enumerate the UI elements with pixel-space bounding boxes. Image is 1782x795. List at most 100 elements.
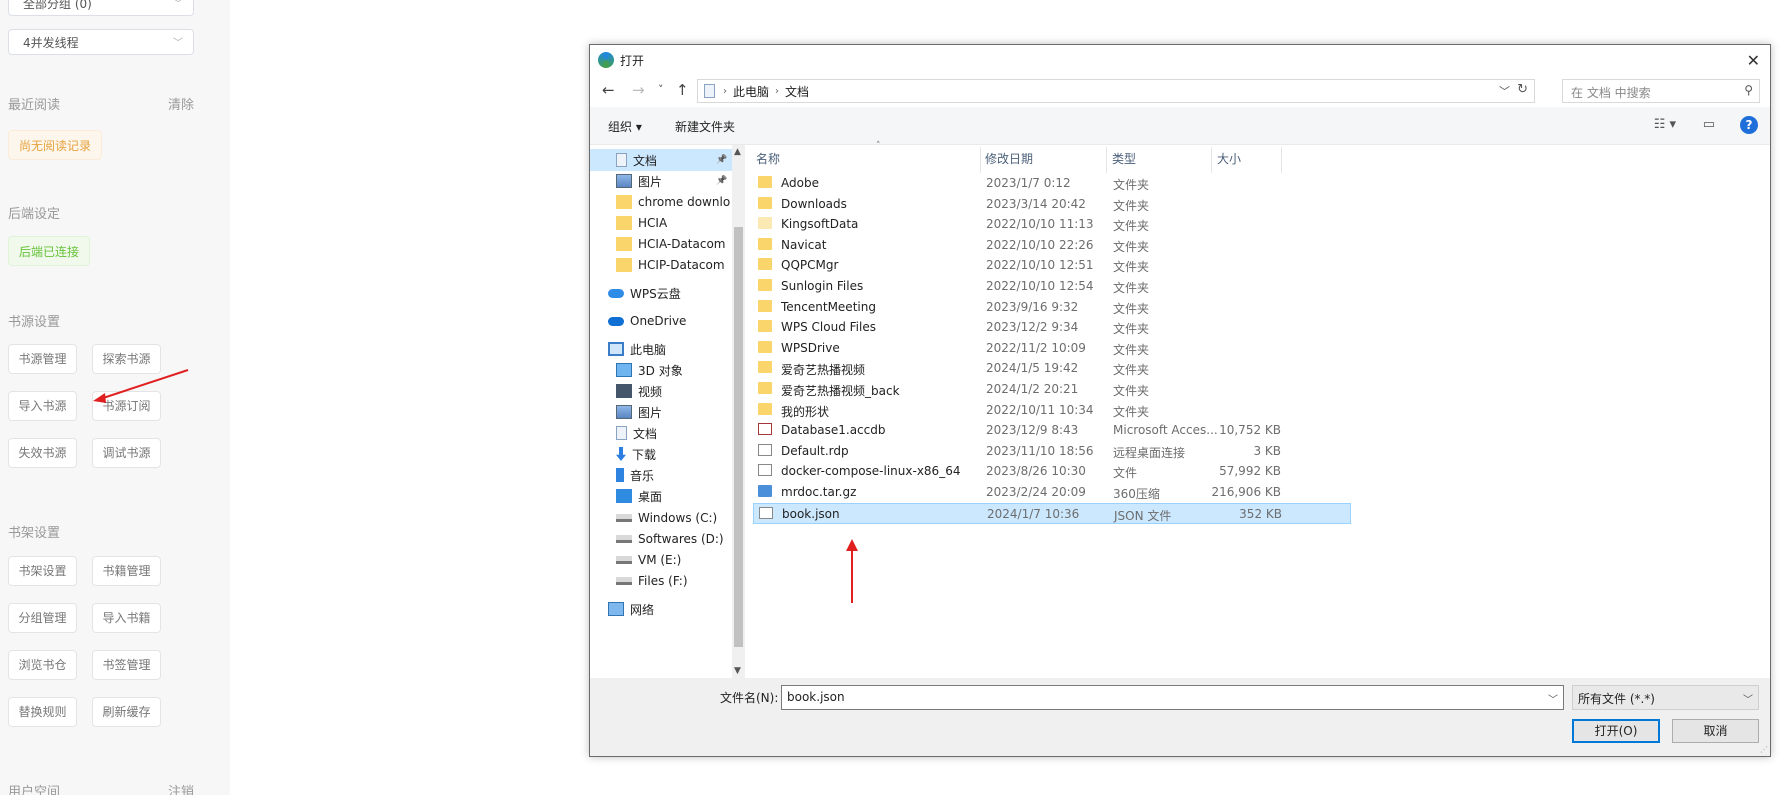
file-row[interactable]: mrdoc.tar.gz 2023/2/24 20:09 360压缩 216,906 …	[753, 482, 1351, 503]
column-divider[interactable]	[1211, 147, 1212, 173]
clear-recent-button[interactable]: 清除	[168, 94, 194, 113]
logout-button[interactable]: 注销	[168, 781, 194, 795]
file-name: Downloads	[781, 196, 847, 211]
up-arrow-icon[interactable]: ↑	[676, 81, 689, 99]
bookmark-manage-button[interactable]: 书签管理	[92, 650, 161, 680]
column-header-date[interactable]: 修改日期	[985, 150, 1033, 167]
nav-item[interactable]: Windows (C:)	[590, 507, 732, 529]
nav-item[interactable]: 文档	[590, 422, 732, 444]
filetype-select[interactable]: 所有文件 (*.*) ﹀	[1572, 685, 1759, 710]
file-row[interactable]: book.json 2024/1/7 10:36 JSON 文件 352 KB	[753, 502, 1351, 524]
file-row[interactable]: TencentMeeting 2023/9/16 9:32 文件夹	[753, 297, 1351, 318]
column-divider[interactable]	[1106, 147, 1107, 173]
open-file-dialog: 打开 ✕ ← → ˅ ↑ › 此电脑 › 文档 ﹀ ↻ 在 文档 中搜索 ⚲ 组…	[589, 44, 1771, 757]
back-arrow-icon[interactable]: ←	[602, 81, 615, 99]
import-source-button[interactable]: 导入书源	[8, 391, 77, 421]
file-row[interactable]: QQPCMgr 2022/10/10 12:51 文件夹	[753, 255, 1351, 276]
source-manage-button[interactable]: 书源管理	[8, 344, 77, 374]
file-row[interactable]: WPSDrive 2022/11/2 10:09 文件夹	[753, 338, 1351, 359]
search-input[interactable]: 在 文档 中搜索 ⚲	[1562, 79, 1760, 103]
file-row[interactable]: docker-compose-linux-x86_64 2023/8/26 10:…	[753, 461, 1351, 482]
nav-pane-scrollbar[interactable]: ▲ ▼	[732, 145, 745, 678]
nav-item[interactable]: 3D 对象	[590, 359, 732, 381]
help-icon[interactable]: ?	[1740, 116, 1758, 134]
group-select[interactable]: 全部分组 (0) ﹀	[8, 0, 194, 16]
group-manage-button[interactable]: 分组管理	[8, 603, 77, 633]
organize-menu[interactable]: 组织 ▾	[608, 118, 642, 135]
file-row[interactable]: Sunlogin Files 2022/10/10 12:54 文件夹	[753, 276, 1351, 297]
subscribe-source-button[interactable]: 书源订阅	[92, 391, 161, 421]
replace-rules-button[interactable]: 替换规则	[8, 697, 77, 727]
explore-source-button[interactable]: 探索书源	[92, 344, 161, 374]
refresh-cache-button[interactable]: 刷新缓存	[92, 697, 161, 727]
file-row[interactable]: 爱奇艺热播视频 2024/1/5 19:42 文件夹	[753, 358, 1351, 379]
close-icon[interactable]: ✕	[1747, 51, 1760, 70]
nav-item[interactable]: Files (F:)	[590, 570, 732, 592]
browse-repo-button[interactable]: 浏览书仓	[8, 650, 77, 680]
nav-item[interactable]: OneDrive	[590, 310, 732, 332]
forward-arrow-icon[interactable]: →	[632, 81, 645, 99]
column-divider[interactable]	[980, 147, 981, 173]
nav-item-label: 下载	[632, 447, 657, 462]
nav-item[interactable]: VM (E:)	[590, 549, 732, 571]
debug-source-button[interactable]: 调试书源	[92, 438, 161, 468]
breadcrumb-this-pc[interactable]: 此电脑	[733, 83, 769, 100]
file-row[interactable]: Adobe 2023/1/7 0:12 文件夹	[753, 173, 1351, 194]
file-date: 2023/9/16 9:32	[986, 299, 1079, 314]
file-row[interactable]: Default.rdp 2023/11/10 18:56 远程桌面连接 3 KB	[753, 441, 1351, 462]
nav-item[interactable]: HCIA	[590, 212, 732, 234]
column-header-name[interactable]: 名称	[756, 150, 780, 167]
new-folder-button[interactable]: 新建文件夹	[675, 118, 735, 135]
file-row[interactable]: WPS Cloud Files 2023/12/2 9:34 文件夹	[753, 317, 1351, 338]
folder-icon	[758, 320, 772, 333]
file-date: 2023/1/7 0:12	[986, 176, 1071, 190]
nav-item[interactable]: 图片	[590, 401, 732, 423]
nav-item[interactable]: chrome downlo	[590, 191, 732, 213]
open-button[interactable]: 打开(O)	[1572, 719, 1660, 743]
nav-item[interactable]: 图片 📌	[590, 170, 732, 192]
scroll-up-icon[interactable]: ▲	[734, 147, 741, 157]
preview-pane-icon[interactable]: ▭	[1703, 117, 1715, 132]
view-options-icon[interactable]: ☷ ▾	[1654, 117, 1676, 132]
book-manage-button[interactable]: 书籍管理	[92, 556, 161, 586]
scroll-down-icon[interactable]: ▼	[734, 666, 741, 676]
nav-item-label: 图片	[638, 405, 663, 420]
nav-item[interactable]: Softwares (D:)	[590, 528, 732, 550]
chevron-down-icon[interactable]: ﹀	[1499, 83, 1510, 99]
nav-item[interactable]: 网络	[590, 598, 732, 620]
nav-item[interactable]: 音乐	[590, 464, 732, 486]
scrollbar-thumb[interactable]	[734, 227, 743, 647]
file-row[interactable]: Navicat 2022/10/10 22:26 文件夹	[753, 235, 1351, 256]
column-header-size[interactable]: 大小	[1217, 150, 1241, 167]
cancel-button[interactable]: 取消	[1672, 719, 1759, 743]
refresh-icon[interactable]: ↻	[1517, 82, 1528, 97]
file-row[interactable]: Downloads 2023/3/14 20:42 文件夹	[753, 194, 1351, 215]
nav-item[interactable]: 此电脑	[590, 338, 732, 360]
nav-item[interactable]: 视频	[590, 380, 732, 402]
breadcrumb-documents[interactable]: 文档	[785, 83, 809, 100]
file-row[interactable]: Database1.accdb 2023/12/9 8:43 Microsoft A…	[753, 420, 1351, 441]
nav-item[interactable]: 桌面	[590, 485, 732, 507]
file-row[interactable]: 我的形状 2022/10/11 10:34 文件夹	[753, 400, 1351, 421]
shelf-settings-button[interactable]: 书架设置	[8, 556, 77, 586]
nav-item[interactable]: HCIP-Datacom	[590, 254, 732, 276]
column-divider[interactable]	[1281, 147, 1282, 173]
file-row[interactable]: 爱奇艺热播视频_back 2024/1/2 20:21 文件夹	[753, 379, 1351, 400]
chevron-down-icon[interactable]: ﹀	[1548, 691, 1558, 706]
column-header-type[interactable]: 类型	[1112, 150, 1136, 167]
drive-icon	[616, 514, 632, 522]
file-row[interactable]: KingsoftData 2022/10/10 11:13 文件夹	[753, 214, 1351, 235]
filename-input[interactable]: book.json ﹀	[781, 685, 1564, 710]
resize-grip-icon[interactable]: ⋰	[1760, 745, 1768, 754]
nav-item[interactable]: 文档 📌	[590, 149, 732, 171]
import-book-button[interactable]: 导入书籍	[92, 603, 161, 633]
address-bar[interactable]: › 此电脑 › 文档 ﹀ ↻	[697, 79, 1535, 103]
invalid-source-button[interactable]: 失效书源	[8, 438, 77, 468]
onedrive-icon	[608, 316, 624, 326]
breadcrumb-separator-icon: ›	[723, 85, 727, 97]
thread-select[interactable]: 4并发线程 ﹀	[8, 29, 194, 55]
nav-item[interactable]: WPS云盘	[590, 282, 732, 304]
nav-item[interactable]: HCIA-Datacom	[590, 233, 732, 255]
nav-item[interactable]: 下载	[590, 443, 732, 465]
recent-locations-icon[interactable]: ˅	[658, 83, 664, 96]
